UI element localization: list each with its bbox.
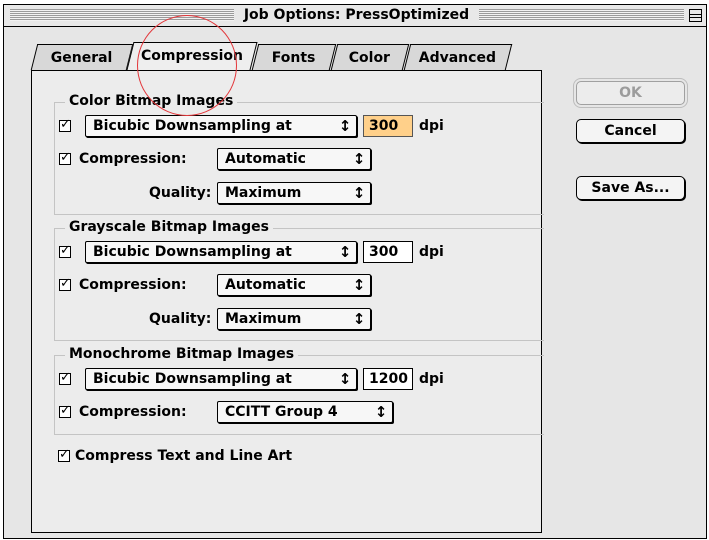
mono-compression-value: CCITT Group 4 xyxy=(225,404,338,420)
gray-resolution-field[interactable]: 300 xyxy=(363,241,413,263)
monochrome-bitmap-group: Monochrome Bitmap Images Bicubic Downsam… xyxy=(54,345,544,435)
updown-arrow-icon: ↕ xyxy=(374,403,388,421)
window-title: Job Options: PressOptimized xyxy=(234,7,479,24)
gray-compression-checkbox[interactable] xyxy=(59,276,71,291)
gray-resample-checkbox[interactable] xyxy=(59,243,71,258)
mono-resample-value: Bicubic Downsampling at xyxy=(93,371,292,387)
color-resample-checkbox[interactable] xyxy=(59,117,71,132)
compress-text-label: Compress Text and Line Art xyxy=(75,448,293,464)
compress-text-checkbox[interactable] xyxy=(58,447,70,462)
tab-compression-label: Compression xyxy=(141,48,243,64)
save-as-button[interactable]: Save As... xyxy=(576,176,685,200)
updown-arrow-icon: ↕ xyxy=(352,310,366,328)
mono-resolution-field[interactable]: 1200 xyxy=(363,368,413,390)
gray-quality-popup[interactable]: Maximum ↕ xyxy=(217,308,371,330)
color-bitmap-group: Color Bitmap Images Bicubic Downsampling… xyxy=(54,92,544,215)
gray-quality-value: Maximum xyxy=(225,311,302,327)
gray-compression-row xyxy=(59,273,76,297)
collapse-box-icon[interactable] xyxy=(689,9,702,22)
color-quality-label: Quality: xyxy=(149,185,212,201)
color-resolution-field[interactable]: 300 xyxy=(363,115,413,137)
gray-resample-row xyxy=(59,240,76,264)
color-compression-checkbox[interactable] xyxy=(59,150,71,165)
ok-button[interactable]: OK xyxy=(573,78,688,108)
gray-compression-value: Automatic xyxy=(225,277,306,293)
color-resolution-unit: dpi xyxy=(419,118,444,134)
tab-color[interactable]: Color xyxy=(330,44,410,70)
color-group-title: Color Bitmap Images xyxy=(65,92,238,110)
gray-quality-label: Quality: xyxy=(149,311,212,327)
mono-compression-popup[interactable]: CCITT Group 4 ↕ xyxy=(217,401,393,423)
color-quality-value: Maximum xyxy=(225,185,302,201)
color-resample-popup[interactable]: Bicubic Downsampling at ↕ xyxy=(85,115,357,137)
color-compression-row xyxy=(59,147,76,171)
color-compression-value: Automatic xyxy=(225,151,306,167)
color-compression-label: Compression: xyxy=(79,151,187,167)
compress-text-row: Compress Text and Line Art xyxy=(58,444,292,468)
updown-arrow-icon: ↕ xyxy=(352,276,366,294)
mono-resample-row xyxy=(59,367,76,391)
updown-arrow-icon: ↕ xyxy=(338,117,352,135)
mono-compression-label: Compression: xyxy=(79,404,187,420)
mono-compression-row xyxy=(59,400,76,424)
gray-resample-popup[interactable]: Bicubic Downsampling at ↕ xyxy=(85,241,357,263)
gray-resample-value: Bicubic Downsampling at xyxy=(93,244,292,260)
grayscale-bitmap-group: Grayscale Bitmap Images Bicubic Downsamp… xyxy=(54,218,544,341)
cancel-button[interactable]: Cancel xyxy=(576,119,685,143)
mono-group-title: Monochrome Bitmap Images xyxy=(65,345,299,363)
tab-advanced-label: Advanced xyxy=(419,50,497,66)
gray-compression-label: Compression: xyxy=(79,277,187,293)
title-stripes-right xyxy=(479,9,684,21)
title-stripes-left xyxy=(10,9,234,21)
updown-arrow-icon: ↕ xyxy=(352,184,366,202)
updown-arrow-icon: ↕ xyxy=(338,243,352,261)
tab-general-label: General xyxy=(50,50,113,66)
tab-advanced[interactable]: Advanced xyxy=(403,44,513,70)
tab-compression[interactable]: Compression xyxy=(126,42,258,70)
mono-resample-checkbox[interactable] xyxy=(59,370,71,385)
gray-compression-popup[interactable]: Automatic ↕ xyxy=(217,274,371,296)
mono-resample-popup[interactable]: Bicubic Downsampling at ↕ xyxy=(85,368,357,390)
updown-arrow-icon: ↕ xyxy=(352,150,366,168)
color-compression-popup[interactable]: Automatic ↕ xyxy=(217,148,371,170)
updown-arrow-icon: ↕ xyxy=(338,370,352,388)
color-resample-row xyxy=(59,114,76,138)
gray-resolution-unit: dpi xyxy=(419,244,444,260)
tab-color-label: Color xyxy=(349,50,391,66)
mono-resolution-unit: dpi xyxy=(419,371,444,387)
color-resample-value: Bicubic Downsampling at xyxy=(93,118,292,134)
tab-general[interactable]: General xyxy=(30,44,134,70)
mono-compression-checkbox[interactable] xyxy=(59,403,71,418)
tab-fonts[interactable]: Fonts xyxy=(251,44,337,70)
gray-group-title: Grayscale Bitmap Images xyxy=(65,218,273,236)
title-bar[interactable]: Job Options: PressOptimized xyxy=(4,5,706,27)
color-quality-popup[interactable]: Maximum ↕ xyxy=(217,182,371,204)
tab-fonts-label: Fonts xyxy=(271,50,316,66)
compression-panel: Color Bitmap Images Bicubic Downsampling… xyxy=(31,70,544,533)
